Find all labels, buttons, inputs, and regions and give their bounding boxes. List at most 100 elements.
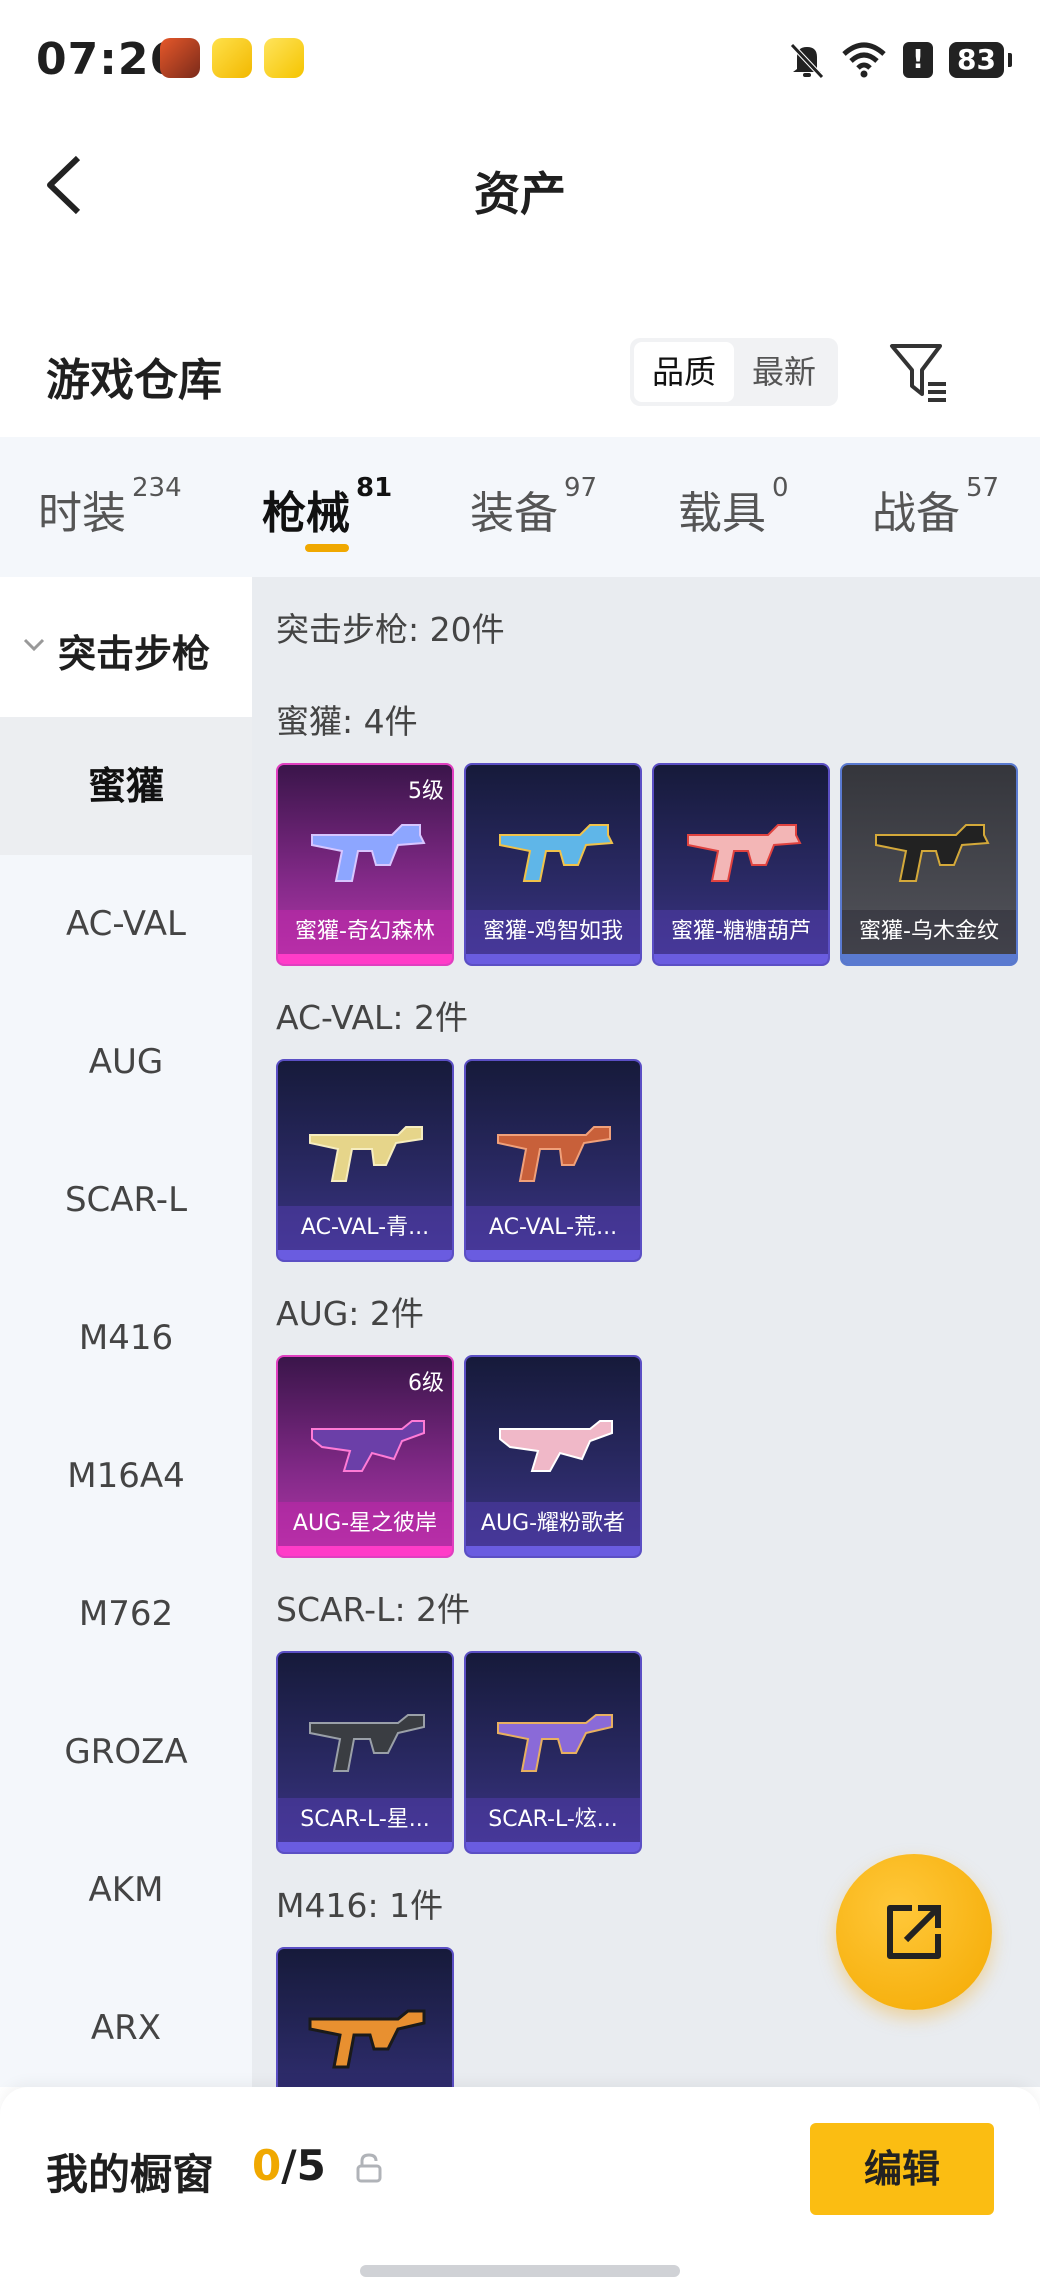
sidebar-item-m762[interactable]: M762 xyxy=(0,1545,252,1683)
sidebar-item-m16a4[interactable]: M16A4 xyxy=(0,1407,252,1545)
warehouse-header: 游戏仓库 品质 最新 xyxy=(0,320,1040,420)
skin-card[interactable]: 蜜獾-鸡智如我 xyxy=(464,763,642,966)
tab-vehicles[interactable]: 载具 0 xyxy=(678,473,789,541)
rarity-bar xyxy=(842,954,1016,964)
skin-name: 蜜獾-糖糖葫芦 xyxy=(654,910,828,954)
sidebar-item-groza[interactable]: GROZA xyxy=(0,1683,252,1821)
home-indicator[interactable] xyxy=(360,2265,680,2277)
sidebar-item-arx[interactable]: ARX xyxy=(0,1959,252,2097)
showcase-count: 0/5 xyxy=(252,2141,326,2190)
rarity-bar xyxy=(654,954,828,964)
rarity-bar xyxy=(278,1842,452,1852)
rifle-icon xyxy=(309,1126,423,1182)
tab-firearms[interactable]: 枪械 81 xyxy=(262,473,392,541)
weapon-type-sidebar: 突击步枪 蜜獾 AC-VAL AUG SCAR-L M416 M16A4 M76… xyxy=(0,577,252,2087)
wifi-icon xyxy=(842,42,886,78)
status-icons: ! 83 xyxy=(789,38,1012,82)
skin-name: SCAR-L-星... xyxy=(278,1798,452,1842)
group-title: SCAR-L: 2件 xyxy=(276,1590,471,1629)
skin-card[interactable] xyxy=(276,1947,454,2087)
battery-icon: 83 xyxy=(949,42,1012,78)
skin-name: AC-VAL-荒... xyxy=(466,1206,640,1250)
app-icon-game xyxy=(160,38,200,78)
rifle-icon xyxy=(497,1126,611,1182)
skin-card[interactable]: SCAR-L-炫... xyxy=(464,1651,642,1854)
rarity-bar xyxy=(278,954,452,964)
skin-name: SCAR-L-炫... xyxy=(466,1798,640,1842)
showcase-total: /5 xyxy=(281,2141,326,2190)
skin-card[interactable]: AUG-耀粉歌者 xyxy=(464,1355,642,1558)
rifle-icon xyxy=(311,1420,425,1472)
section-title: 游戏仓库 xyxy=(46,355,222,406)
group-title: AUG: 2件 xyxy=(276,1294,424,1333)
skin-card[interactable]: 蜜獾-糖糖葫芦 xyxy=(652,763,830,966)
skin-card[interactable]: SCAR-L-星... xyxy=(276,1651,454,1854)
group-title: M416: 1件 xyxy=(276,1886,444,1925)
skin-name: AC-VAL-青... xyxy=(278,1206,452,1250)
rifle-icon xyxy=(308,2009,426,2069)
tab-count: 81 xyxy=(356,473,393,503)
tab-count: 97 xyxy=(564,473,598,503)
app-icon-mima xyxy=(212,38,252,78)
skin-name: AUG-耀粉歌者 xyxy=(466,1502,640,1546)
rifle-icon xyxy=(309,1714,425,1772)
sidebar-item-scar-l[interactable]: SCAR-L xyxy=(0,1131,252,1269)
skin-name: 蜜獾-乌木金纹 xyxy=(842,910,1016,954)
showcase-label: 我的橱窗 xyxy=(46,2150,215,2199)
skin-card[interactable]: 5级 蜜獾-奇幻森林 xyxy=(276,763,454,966)
sidebar-group-label: 突击步枪 xyxy=(58,632,211,676)
sort-newest-button[interactable]: 最新 xyxy=(734,342,834,402)
rarity-bar xyxy=(466,954,640,964)
tab-label: 枪械 xyxy=(262,488,350,539)
filter-icon[interactable] xyxy=(888,340,952,404)
sidebar-item-akm[interactable]: AKM xyxy=(0,1821,252,1959)
sidebar-item-m416[interactable]: M416 xyxy=(0,1269,252,1407)
category-summary: 突击步枪: 20件 xyxy=(276,610,505,649)
rifle-icon xyxy=(499,824,614,882)
rifle-icon xyxy=(687,824,802,882)
rarity-bar xyxy=(466,1546,640,1556)
tab-equipment[interactable]: 装备 97 xyxy=(470,473,597,541)
share-button[interactable] xyxy=(836,1854,992,2010)
level-badge: 6级 xyxy=(408,1371,444,1396)
rarity-bar xyxy=(466,1842,640,1852)
sort-quality-button[interactable]: 品质 xyxy=(634,342,735,402)
category-tabs: 时装 234 枪械 81 装备 97 载具 0 战备 57 xyxy=(0,437,1040,577)
alert-icon: ! xyxy=(903,42,934,78)
rifle-icon xyxy=(497,1714,613,1772)
group-title: AC-VAL: 2件 xyxy=(276,998,469,1037)
skin-name: 蜜獾-奇幻森林 xyxy=(278,910,452,954)
showcase-bar: 我的橱窗 0/5 编辑 xyxy=(0,2087,1040,2295)
tab-fashion[interactable]: 时装 234 xyxy=(38,473,182,541)
edit-button[interactable]: 编辑 xyxy=(810,2123,994,2215)
skin-name: AUG-星之彼岸 xyxy=(278,1502,452,1546)
active-tab-indicator xyxy=(305,544,349,552)
chevron-down-icon xyxy=(23,638,45,652)
sidebar-item-aug[interactable]: AUG xyxy=(0,993,252,1131)
tab-count: 0 xyxy=(772,473,789,503)
tab-label: 载具 xyxy=(678,488,766,539)
rifle-icon xyxy=(875,824,990,882)
sidebar-group-assault-rifle[interactable]: 突击步枪 xyxy=(0,577,252,717)
rarity-bar xyxy=(278,1250,452,1260)
app-icon-bear xyxy=(264,38,304,78)
rarity-bar xyxy=(466,1250,640,1260)
tab-label: 战备 xyxy=(872,488,960,539)
sidebar-item-honey-badger[interactable]: 蜜獾 xyxy=(0,717,252,855)
tab-supplies[interactable]: 战备 57 xyxy=(872,473,999,541)
app-header: 资产 xyxy=(0,120,1040,250)
skin-card[interactable]: AC-VAL-青... xyxy=(276,1059,454,1262)
showcase-current: 0 xyxy=(252,2141,282,2190)
skin-card[interactable]: 6级 AUG-星之彼岸 xyxy=(276,1355,454,1558)
rarity-bar xyxy=(278,1546,452,1556)
level-badge: 5级 xyxy=(408,779,444,804)
tab-count: 234 xyxy=(132,473,182,503)
skin-card[interactable]: AC-VAL-荒... xyxy=(464,1059,642,1262)
sort-toggle: 品质 最新 xyxy=(630,338,839,406)
skin-card[interactable]: 蜜獾-乌木金纹 xyxy=(840,763,1018,966)
tab-label: 装备 xyxy=(470,488,558,539)
skin-name: 蜜獾-鸡智如我 xyxy=(466,910,640,954)
sidebar-item-ac-val[interactable]: AC-VAL xyxy=(0,855,252,993)
lock-icon xyxy=(356,2153,382,2183)
rifle-icon xyxy=(499,1420,613,1472)
